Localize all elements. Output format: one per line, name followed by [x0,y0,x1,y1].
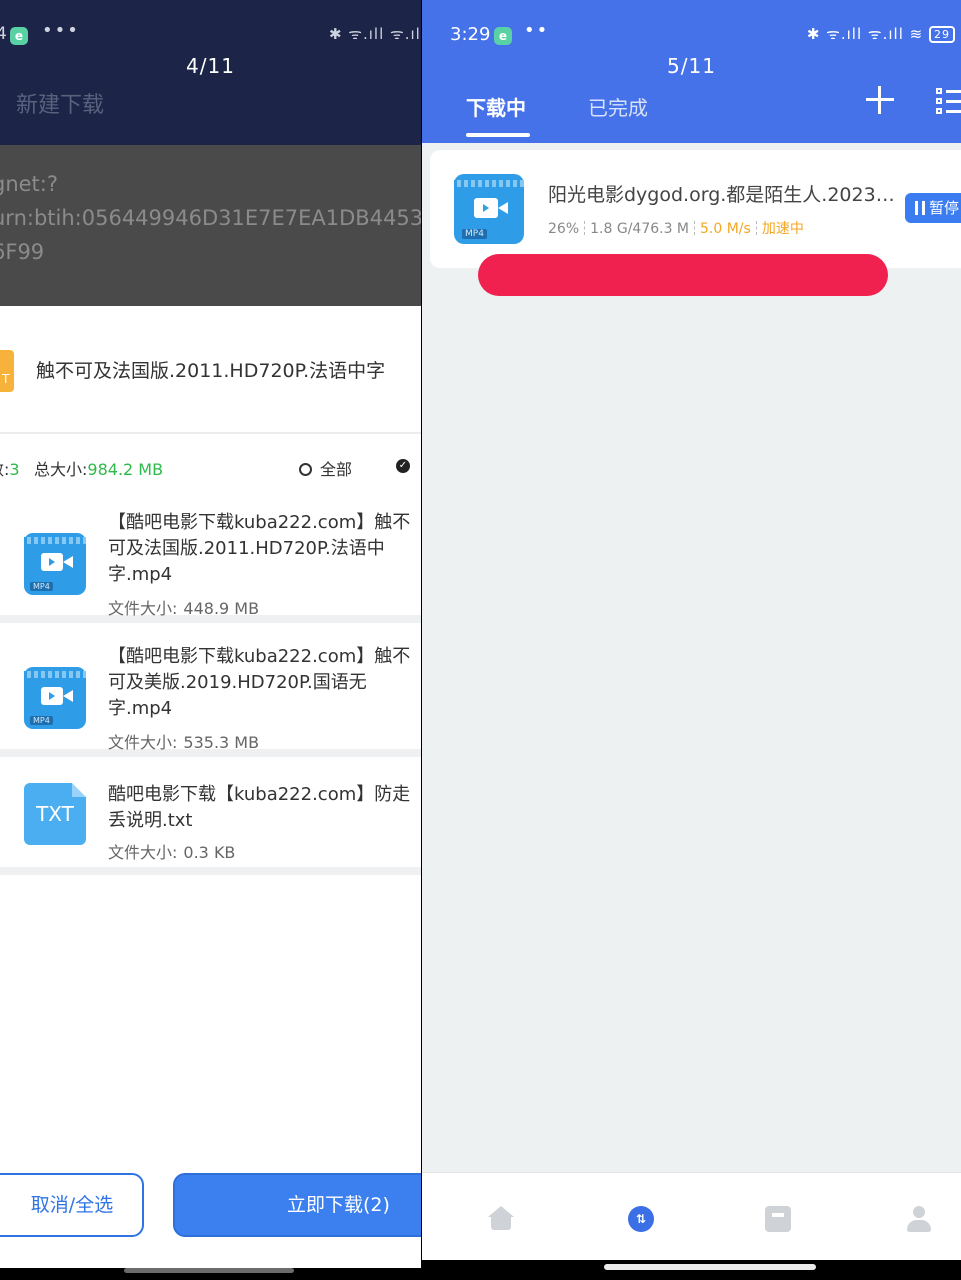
app-badge-icon: e [10,27,28,45]
status-dots: ••• [42,20,80,41]
screenshot-root: 4 e ••• ✱ ᯤ.ıll ᯤ.ıll 4/11 新建下载 gnet:? u… [0,0,961,1280]
status-signal-icons: ✱ ᯤ.ıll ᯤ.ıll [328,25,421,43]
magnet-line: gnet:? [0,172,59,196]
action-buttons: 取消/全选 立即下载(2) [0,1173,421,1239]
left-status-bar: 4 e ••• ✱ ᯤ.ıll ᯤ.ıll [0,20,421,50]
status-signal-icons: ✱ ᯤ.ıll ᯤ.ıll ≋ 29 [807,24,955,44]
home-icon[interactable] [488,1206,514,1232]
page-indicator: 5/11 [667,54,716,78]
redaction-mark [478,254,888,296]
total-size: 总大小:984.2 MB [34,460,164,479]
download-size: 1.8 G/476.3 M [590,221,690,237]
download-sheet: T 触不可及法国版.2011.HD720P.法语中字 数:3 总大小:984.2… [0,306,421,1280]
torrent-file-icon: T [0,350,14,392]
divider [0,432,421,434]
right-status-bar: 3:29 e •• ✱ ᯤ.ıll ᯤ.ıll ≋ 29 [422,20,961,50]
app-badge-icon: e [494,27,512,45]
file-row[interactable]: MP4 【酷吧电影下载kuba222.com】触不可及法国版.2011.HD72… [0,489,421,623]
download-now-button[interactable]: 立即下载(2) [173,1173,421,1237]
torrent-info: T 触不可及法国版.2011.HD720P.法语中字 [0,306,421,432]
profile-icon[interactable] [906,1206,932,1232]
page-title: 新建下载 [16,93,105,118]
file-size: 文件大小: 448.9 MB [108,599,260,618]
file-name: 【酷吧电影下载kuba222.com】触不可及美版.2019.HD720P.国语… [108,646,411,719]
status-dots: •• [524,20,550,41]
pause-button[interactable]: 暂停 [905,193,961,223]
battery-icon: 29 [929,26,955,43]
file-count: 数:3 [0,460,20,479]
tab-downloading[interactable]: 下载中 [466,92,526,121]
mp4-file-icon: MP4 [454,174,524,244]
file-name: 酷吧电影下载【kuba222.com】防走丢说明.txt [108,784,411,831]
file-size: 文件大小: 535.3 MB [108,733,260,752]
magnet-line: urn:btih:056449946D31E7E7EA1DB44534A [0,206,421,230]
txt-file-icon: TXT [24,783,86,845]
file-list: MP4 【酷吧电影下载kuba222.com】触不可及法国版.2011.HD72… [0,489,421,875]
file-name: 【酷吧电影下载kuba222.com】触不可及法国版.2011.HD720P.法… [108,512,411,585]
page-indicator: 4/11 [186,54,235,78]
status-time: 3:29 [450,24,491,45]
file-size: 文件大小: 0.3 KB [108,843,236,862]
mp4-file-icon: MP4 [24,533,86,595]
toolbox-icon[interactable] [765,1206,791,1232]
torrent-name: 触不可及法国版.2011.HD720P.法语中字 [36,360,386,382]
active-tab-indicator [466,133,530,137]
magnet-line: 6F99 [0,240,45,264]
right-home-indicator [422,1260,961,1280]
download-speed: 5.0 M/s [700,221,751,237]
select-all-radio[interactable]: 全部 [299,456,352,480]
download-name: 阳光电影dygod.org.都是陌生人.2023.HD1080P.mp4 [548,184,896,206]
file-row[interactable]: MP4 【酷吧电影下载kuba222.com】触不可及美版.2019.HD720… [0,623,421,757]
pause-icon [915,201,925,215]
download-meta: 26% 1.8 G/476.3 M 5.0 M/s 加速中 [548,218,804,238]
left-header: 4 e ••• ✱ ᯤ.ıll ᯤ.ıll 4/11 新建下载 [0,0,421,145]
right-header: 3:29 e •• ✱ ᯤ.ıll ᯤ.ıll ≋ 29 5/11 下载中 已完… [422,0,961,143]
right-screen: 3:29 e •• ✱ ᯤ.ıll ᯤ.ıll ≋ 29 5/11 下载中 已完… [422,0,961,1280]
transfer-icon[interactable]: ⇅ [628,1206,654,1232]
left-home-indicator [0,1268,421,1280]
left-screen: 4 e ••• ✱ ᯤ.ıll ᯤ.ıll 4/11 新建下载 gnet:? u… [0,0,421,1280]
status-time: 4 [0,24,7,44]
file-row[interactable]: TXT 酷吧电影下载【kuba222.com】防走丢说明.txt 文件大小: 0.… [0,757,421,875]
mp4-file-icon: MP4 [24,667,86,729]
download-task-card[interactable]: MP4 阳光电影dygod.org.都是陌生人.2023.HD1080P.mp4… [430,150,961,268]
file-summary: 数:3 总大小:984.2 MB 全部 ✓ [0,456,421,480]
magnet-link-field[interactable]: gnet:? urn:btih:056449946D31E7E7EA1DB445… [0,145,421,306]
task-list-button[interactable] [936,88,961,114]
download-percent: 26% [548,221,580,237]
radio-off-icon [299,463,312,476]
tab-completed[interactable]: 已完成 [588,92,648,121]
cancel-select-all-button[interactable]: 取消/全选 [0,1173,144,1237]
add-task-button[interactable] [866,86,894,114]
bottom-nav: ⇅ [422,1172,961,1260]
checked-radio-icon[interactable]: ✓ [396,459,410,473]
boost-status: 加速中 [761,221,804,237]
